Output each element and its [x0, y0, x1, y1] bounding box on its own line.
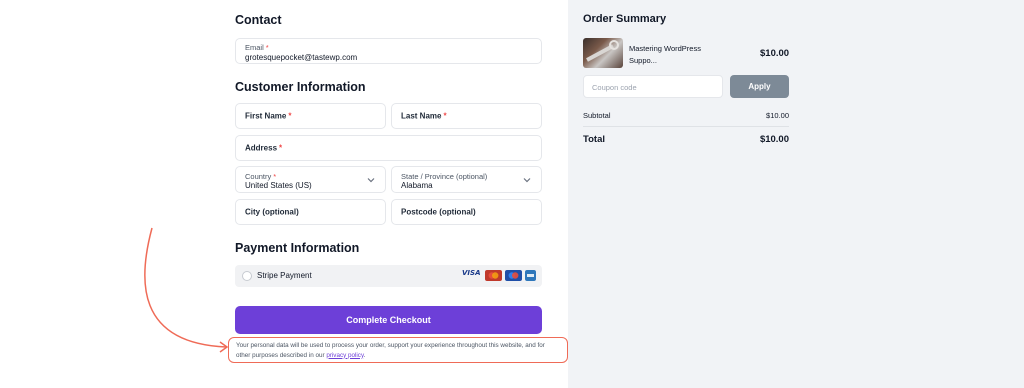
required-marker: * — [273, 172, 277, 181]
coupon-input[interactable]: Coupon code — [583, 75, 723, 98]
address-label: Address — [245, 143, 278, 153]
coupon-placeholder: Coupon code — [592, 83, 637, 92]
annotation-arrow-icon — [144, 227, 229, 353]
email-field[interactable]: Email * grotesquepocket@tastewp.com — [235, 38, 542, 64]
postcode-label: Postcode (optional) — [401, 207, 476, 217]
customer-info-heading: Customer Information — [235, 80, 366, 94]
required-marker: * — [279, 143, 283, 153]
country-value: United States (US) — [245, 181, 312, 190]
required-marker: * — [443, 111, 447, 121]
state-select[interactable]: State / Province (optional) Alabama — [391, 166, 542, 193]
state-label: State / Province (optional) — [401, 172, 488, 181]
chevron-down-icon — [367, 177, 375, 182]
visa-icon: VISA — [462, 269, 481, 277]
privacy-end: . — [363, 351, 366, 359]
contact-heading: Contact — [235, 13, 282, 27]
email-label: Email — [245, 43, 264, 52]
apply-coupon-button[interactable]: Apply — [730, 75, 789, 98]
country-label: Country — [245, 172, 272, 181]
required-marker: * — [265, 43, 269, 52]
address-field[interactable]: Address * — [235, 135, 542, 161]
required-marker: * — [288, 111, 292, 121]
order-summary-title: Order Summary — [583, 13, 667, 25]
product-name: Mastering WordPress Suppo... — [629, 44, 701, 65]
last-name-label: Last Name — [401, 111, 442, 121]
summary-divider — [583, 126, 789, 127]
postcode-field[interactable]: Postcode (optional) — [391, 199, 542, 225]
subtotal-value: $10.00 — [766, 111, 789, 120]
last-name-field[interactable]: Last Name * — [391, 103, 542, 129]
mastercard-icon — [485, 270, 502, 281]
payment-radio[interactable] — [242, 271, 252, 281]
first-name-field[interactable]: First Name * — [235, 103, 386, 129]
payment-method-label: Stripe Payment — [257, 271, 312, 280]
city-field[interactable]: City (optional) — [235, 199, 386, 225]
privacy-policy-link[interactable]: privacy policy — [326, 352, 363, 359]
city-label: City (optional) — [245, 207, 299, 217]
total-value: $10.00 — [759, 134, 789, 145]
payment-info-heading: Payment Information — [235, 241, 360, 255]
privacy-text: Your personal data will be used to proce… — [236, 342, 545, 359]
subtotal-label: Subtotal — [583, 111, 611, 120]
chevron-down-icon — [523, 177, 531, 182]
first-name-label: First Name — [245, 111, 287, 121]
total-label: Total — [583, 134, 605, 145]
amex-icon — [525, 270, 536, 281]
privacy-notice: Your personal data will be used to proce… — [228, 337, 568, 363]
complete-checkout-button[interactable]: Complete Checkout — [235, 306, 542, 334]
maestro-icon — [505, 270, 522, 281]
email-value: grotesquepocket@tastewp.com — [245, 53, 358, 62]
stripe-payment-option[interactable]: Stripe Payment VISA — [235, 265, 542, 287]
state-value: Alabama — [401, 181, 433, 190]
product-price: $10.00 — [760, 48, 790, 59]
product-thumbnail — [583, 38, 623, 68]
country-select[interactable]: Country * United States (US) — [235, 166, 386, 193]
